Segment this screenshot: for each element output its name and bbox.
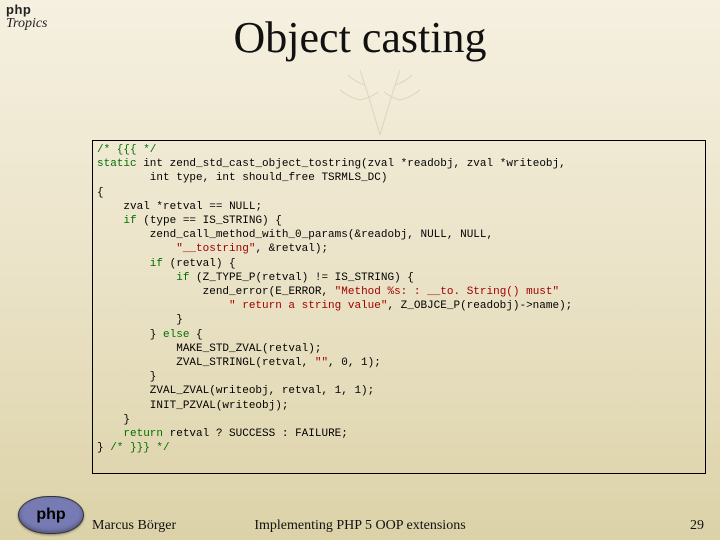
code-t: /* }}} */ [110, 442, 169, 454]
code-t: IS_STRING) { [203, 215, 282, 227]
code-t: zend_std_cast_object_tostring(zval [170, 158, 401, 170]
code-t: { [196, 329, 203, 341]
code-t: "__tostring" [97, 243, 255, 255]
code-t: " return a string value" [97, 300, 387, 312]
code-t: if [97, 258, 170, 270]
code-t: , [387, 300, 400, 312]
code-t: zval [467, 158, 500, 170]
code-t: if [97, 272, 196, 284]
code-line: /* {{{ */ [97, 144, 156, 156]
fern-decoration [300, 60, 460, 140]
code-t: NULL; [229, 201, 262, 213]
code-t: "" [315, 357, 328, 369]
code-t: return [97, 428, 170, 440]
code-t: : [282, 428, 295, 440]
code-block: /* {{{ */ static int zend_std_cast_objec… [92, 140, 706, 474]
code-t: (retval) { [170, 258, 236, 270]
code-t: type [176, 172, 202, 184]
code-t: , 0, 1); [328, 357, 381, 369]
code-t: SUCCESS [229, 428, 282, 440]
code-t: , [255, 243, 268, 255]
code-t: INIT_PZVAL(writeobj); [97, 400, 288, 412]
footer-subject: Implementing PHP 5 OOP extensions [0, 518, 720, 534]
code-t: int [137, 158, 170, 170]
code-t: E_ERROR [275, 286, 321, 298]
code-t: int [97, 172, 176, 184]
code-t: } [97, 414, 130, 426]
code-t: readobj [361, 229, 407, 241]
code-t: FAILURE; [295, 428, 348, 440]
code-t: TSRMLS_DC) [321, 172, 387, 184]
code-t: retval [170, 428, 216, 440]
code-t: writeobj [506, 158, 559, 170]
code-t: MAKE_STD_ZVAL(retval); [97, 343, 321, 355]
code-t: , NULL, NULL, [407, 229, 493, 241]
code-t: (Z_TYPE_P(retval) != IS_STRING) { [196, 272, 414, 284]
code-t: , int [203, 172, 243, 184]
code-t: ZVAL_ZVAL(writeobj, retval, 1, 1); [97, 385, 374, 397]
code-t: zend_error [97, 286, 269, 298]
code-t: "Method %s: : __to. String() must" [335, 286, 559, 298]
code-t: zend_call_method_with_0_params [97, 229, 348, 241]
code-t: == [209, 201, 229, 213]
code-t: ZVAL_STRINGL(retval, [97, 357, 315, 369]
code-t: == [183, 215, 203, 227]
code-t: zval [97, 201, 156, 213]
code-t: should_free [242, 172, 321, 184]
code-t: } [97, 442, 110, 454]
code-t: (type [143, 215, 183, 227]
code-t: if [97, 215, 143, 227]
code-t: readobj [407, 158, 453, 170]
code-t: , [559, 158, 566, 170]
code-t: Z_OBJCE_P(readobj)->name); [401, 300, 573, 312]
code-t: ); [315, 243, 328, 255]
code-t: ? [216, 428, 229, 440]
slide: php Tropics Object casting /* {{{ */ sta… [0, 0, 720, 540]
footer-page: 29 [690, 518, 704, 534]
code-t: , [321, 286, 334, 298]
code-t: } [97, 329, 163, 341]
code-t: } [97, 314, 183, 326]
code-t: , [454, 158, 467, 170]
code-t: { [97, 187, 104, 199]
slide-title: Object casting [0, 12, 720, 63]
code-t: retval [275, 243, 315, 255]
code-t: else [163, 329, 196, 341]
code-t: retval [163, 201, 209, 213]
code-t: } [97, 371, 156, 383]
code-t: static [97, 158, 137, 170]
